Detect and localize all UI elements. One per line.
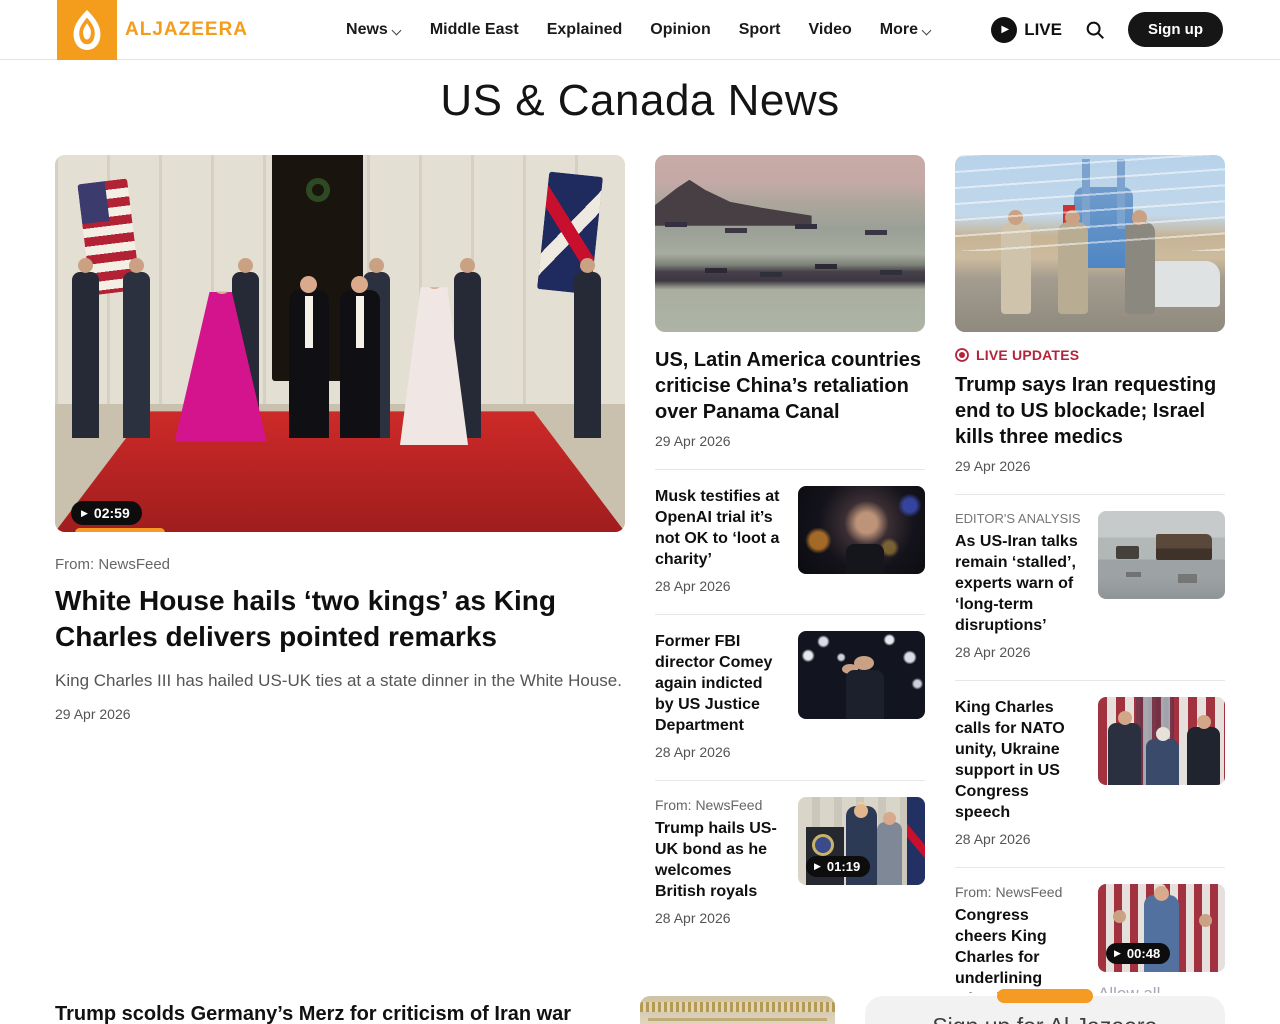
news-grid: ▶ 02:59 From: NewsFeed White House hails…	[0, 155, 1280, 993]
nav-item-sport[interactable]: Sport	[739, 21, 781, 39]
article-headline[interactable]: Musk testifies at OpenAI trial it’s not …	[655, 486, 782, 570]
nav-item-explained[interactable]: Explained	[547, 21, 623, 39]
article-headline[interactable]: King Charles calls for NATO unity, Ukrai…	[955, 697, 1082, 823]
article-headline[interactable]: Trump hails US-UK bond as he welcomes Br…	[655, 818, 782, 902]
article-thumbnail[interactable]: ▶ 00:48	[1098, 884, 1225, 972]
article-date: 28 Apr 2026	[655, 744, 782, 760]
play-icon: ▶	[814, 861, 821, 872]
nav-item-news[interactable]: News	[346, 21, 402, 39]
play-icon: ▶	[81, 508, 88, 519]
main-nav: News Middle East Explained Opinion Sport…	[346, 21, 932, 39]
list-item: Musk testifies at OpenAI trial it’s not …	[655, 469, 925, 594]
newsletter-card: Sign up for Al Jazeera	[865, 996, 1225, 1024]
article-headline[interactable]: As US-Iran talks remain ‘stalled’, exper…	[955, 531, 1082, 636]
nav-item-video[interactable]: Video	[809, 21, 852, 39]
live-button[interactable]: ▶ LIVE	[991, 17, 1062, 43]
nav-item-opinion[interactable]: Opinion	[650, 21, 710, 39]
nav-item-middle-east[interactable]: Middle East	[430, 21, 519, 39]
featured-image[interactable]: ▶ 02:59	[55, 155, 625, 532]
aljazeera-flame-icon	[57, 0, 117, 60]
aljazeera-logo[interactable]: ALJAZEERA	[57, 0, 248, 60]
video-duration-badge: ▶ 01:19	[806, 856, 870, 877]
article-date: 29 Apr 2026	[655, 433, 925, 449]
column-right: LIVE UPDATES Trump says Iran requesting …	[955, 155, 1225, 993]
article-image[interactable]	[955, 155, 1225, 332]
allow-all-button[interactable]: Allow all	[1098, 984, 1225, 993]
list-item: From: NewsFeed Trump hails US-UK bond as…	[655, 780, 925, 926]
video-duration-badge: ▶ 00:48	[1106, 943, 1170, 964]
site-header: ALJAZEERA News Middle East Explained Opi…	[0, 0, 1280, 60]
list-item: King Charles calls for NATO unity, Ukrai…	[955, 680, 1225, 847]
article-thumbnail[interactable]	[1098, 697, 1225, 785]
article-source: From: NewsFeed	[655, 797, 782, 813]
article-summary: King Charles III has hailed US-UK ties a…	[55, 667, 625, 694]
play-icon: ▶	[991, 17, 1017, 43]
newsletter-handle	[997, 989, 1093, 1003]
video-progress-bar	[75, 528, 165, 532]
brand-wordmark: ALJAZEERA	[125, 19, 248, 41]
article-date: 28 Apr 2026	[655, 910, 782, 926]
chevron-down-icon	[922, 26, 932, 36]
list-item: From: NewsFeed Congress cheers King Char…	[955, 867, 1225, 993]
article-thumbnail[interactable]	[640, 996, 835, 1024]
list-item: Former FBI director Comey again indicted…	[655, 614, 925, 760]
article-headline[interactable]: Congress cheers King Charles for underli…	[955, 905, 1082, 993]
article-thumbnail[interactable]	[798, 486, 925, 574]
figure-trump	[340, 290, 380, 438]
video-duration-badge: ▶ 02:59	[71, 501, 142, 525]
list-item: EDITOR'S ANALYSIS As US-Iran talks remai…	[955, 494, 1225, 660]
article-headline[interactable]: Former FBI director Comey again indicted…	[655, 631, 782, 736]
article-headline[interactable]: US, Latin America countries criticise Ch…	[655, 347, 925, 425]
chevron-down-icon	[392, 26, 402, 36]
article-source: From: NewsFeed	[55, 556, 625, 573]
article-headline[interactable]: Trump says Iran requesting end to US blo…	[955, 372, 1225, 450]
article-headline[interactable]: White House hails ‘two kings’ as King Ch…	[55, 583, 625, 655]
column-middle: US, Latin America countries criticise Ch…	[655, 155, 925, 993]
featured-article: ▶ 02:59 From: NewsFeed White House hails…	[55, 155, 625, 993]
article-date: 28 Apr 2026	[655, 578, 782, 594]
article-thumbnail[interactable]: ▶ 01:19	[798, 797, 925, 885]
signup-button[interactable]: Sign up	[1128, 12, 1223, 47]
article-source: From: NewsFeed	[955, 884, 1082, 900]
article-date: 28 Apr 2026	[955, 644, 1082, 660]
play-icon: ▶	[1114, 948, 1121, 959]
article-kicker: EDITOR'S ANALYSIS	[955, 511, 1082, 526]
article-thumbnail[interactable]	[1098, 511, 1225, 599]
bottom-strip: Trump scolds Germany’s Merz for criticis…	[0, 993, 1280, 1024]
live-updates-icon	[955, 348, 969, 362]
article-headline[interactable]: Trump scolds Germany’s Merz for criticis…	[55, 996, 610, 1024]
article-thumbnail[interactable]	[798, 631, 925, 719]
search-icon[interactable]	[1084, 19, 1106, 41]
article-image[interactable]	[655, 155, 925, 332]
live-updates-label: LIVE UPDATES	[955, 347, 1225, 363]
figure-king-charles	[289, 290, 329, 438]
article-date: 28 Apr 2026	[955, 831, 1082, 847]
nav-item-more[interactable]: More	[880, 21, 932, 39]
live-label: LIVE	[1024, 20, 1062, 40]
article-date: 29 Apr 2026	[55, 706, 625, 722]
article-date: 29 Apr 2026	[955, 458, 1225, 474]
page-title: US & Canada News	[0, 60, 1280, 155]
